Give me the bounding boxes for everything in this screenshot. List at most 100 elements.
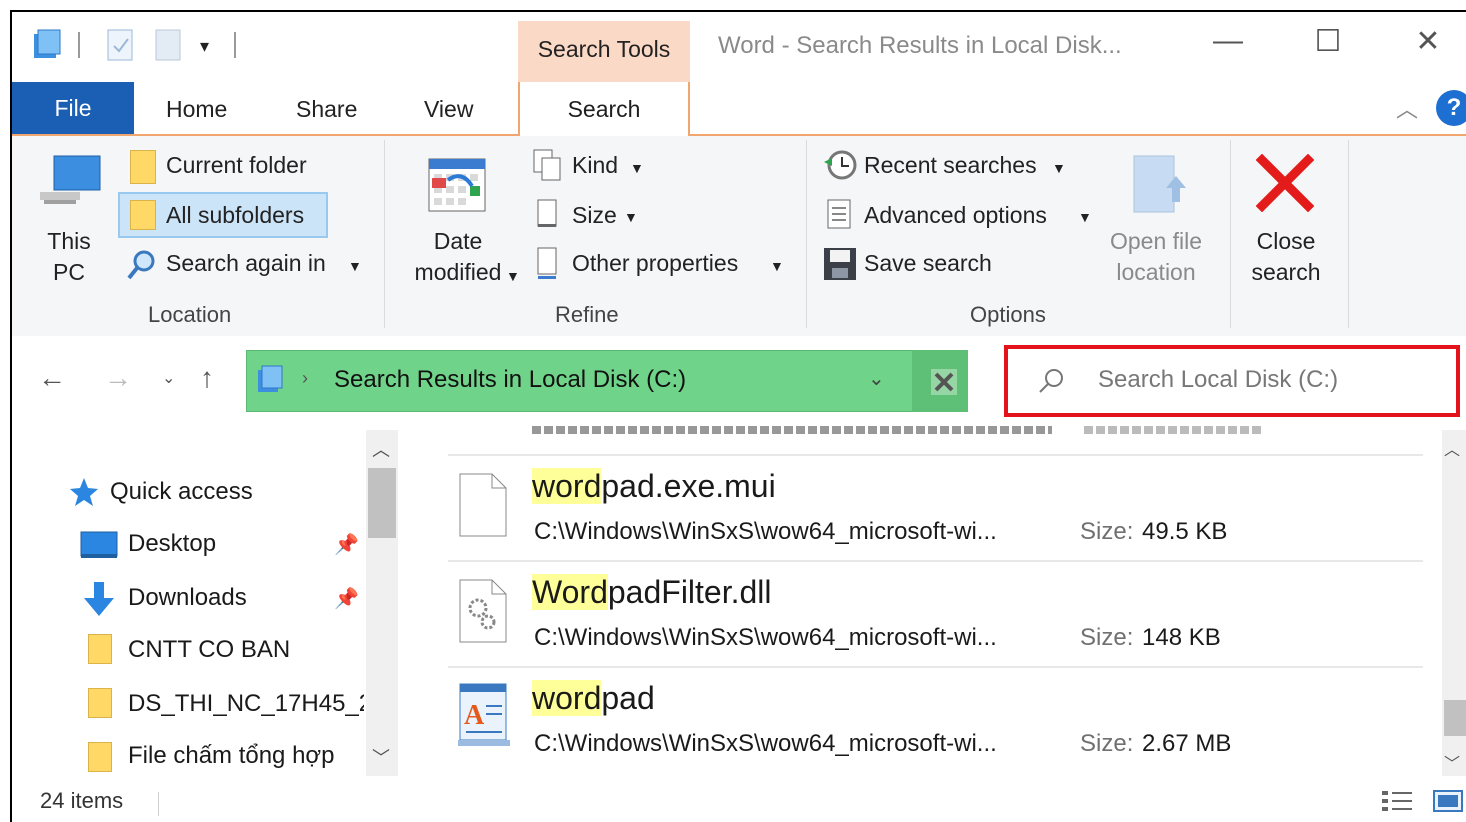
nav-item-quick-access[interactable]: Quick access	[110, 478, 253, 506]
forward-arrow-icon[interactable]: →	[104, 362, 132, 394]
scroll-down-icon[interactable]: ﹀	[1444, 750, 1460, 774]
nav-item-file-cham-tong-hop[interactable]: File chấm tổng hợp	[128, 742, 364, 770]
kind-dropdown-icon[interactable]: ▼	[630, 160, 644, 176]
breadcrumb-chevron-icon[interactable]: ›	[302, 368, 308, 389]
size-dropdown-icon[interactable]: ▼	[624, 209, 638, 225]
current-folder-icon	[130, 150, 156, 184]
search-icon	[1036, 366, 1066, 396]
explorer-window: ▾ Search Tools Word - Search Results in …	[10, 10, 1466, 822]
match-highlight: word	[532, 468, 602, 504]
calendar-icon	[428, 158, 486, 212]
save-search-icon	[822, 246, 858, 282]
search-again-in-button[interactable]: Search again in	[166, 250, 326, 277]
tab-view[interactable]: View	[424, 96, 473, 123]
location-group-label: Location	[148, 302, 232, 327]
tab-home[interactable]: Home	[166, 96, 227, 123]
advanced-options-button[interactable]: Advanced options	[864, 202, 1047, 229]
qat-properties-icon[interactable]	[32, 28, 62, 60]
save-search-button[interactable]: Save search	[864, 250, 992, 277]
scroll-down-icon[interactable]: ﹀	[372, 744, 390, 770]
this-pc-button[interactable]: This PC	[34, 228, 104, 286]
search-results-icon	[256, 364, 286, 394]
size-icon	[536, 198, 560, 230]
minimize-button[interactable]: —	[1198, 24, 1258, 58]
list-item-size: 148 KB	[1142, 624, 1221, 651]
pin-icon[interactable]: 📌	[334, 586, 359, 611]
nav-item-desktop[interactable]: Desktop	[128, 530, 216, 558]
scroll-up-icon[interactable]: ︿	[372, 436, 390, 462]
nav-pane-scroll-thumb[interactable]	[368, 468, 396, 538]
up-arrow-icon[interactable]: ↑	[200, 362, 214, 394]
list-item-size: 49.5 KB	[1142, 518, 1228, 545]
date-dropdown-icon[interactable]: ▼	[506, 268, 520, 284]
tab-search[interactable]: Search	[518, 82, 690, 136]
all-subfolders-icon	[130, 200, 156, 230]
date-modified-button[interactable]: Date modified	[396, 228, 520, 286]
kind-button[interactable]: Kind	[572, 152, 618, 179]
match-highlight: Word	[532, 574, 608, 610]
large-icons-view-icon[interactable]	[1432, 788, 1464, 814]
back-arrow-icon[interactable]: ←	[38, 362, 66, 394]
nav-item-ds-thi[interactable]: DS_THI_NC_17H45_2	[128, 690, 364, 718]
downloads-icon	[80, 580, 118, 618]
address-path[interactable]: Search Results in Local Disk (C:)	[334, 366, 686, 394]
close-search-button[interactable]: Close search	[1240, 228, 1332, 286]
list-item-name[interactable]: wordpad.exe.mui	[532, 468, 776, 505]
size-label: Size:	[1080, 624, 1134, 651]
quick-access-icon	[68, 476, 100, 508]
qat-newfolder-icon[interactable]	[154, 28, 184, 62]
qat-separator	[234, 32, 236, 58]
recent-locations-icon[interactable]: ⌄	[162, 368, 175, 388]
recent-searches-button[interactable]: Recent searches	[864, 152, 1037, 179]
other-properties-button[interactable]: Other properties	[572, 250, 738, 277]
current-folder-button[interactable]: Current folder	[166, 152, 307, 179]
ribbon-separator	[384, 140, 385, 328]
ribbon-separator	[806, 140, 807, 328]
recent-searches-icon	[822, 148, 858, 182]
address-dropdown-icon[interactable]: ⌄	[868, 366, 885, 391]
desktop-icon	[80, 530, 118, 560]
details-view-icon[interactable]	[1380, 788, 1414, 814]
generic-file-icon	[458, 472, 508, 538]
help-icon[interactable]: ?	[1436, 90, 1466, 126]
folder-icon	[88, 688, 112, 718]
recent-searches-dropdown-icon[interactable]: ▼	[1052, 160, 1066, 176]
wordpad-app-icon: A	[456, 682, 512, 748]
tab-file[interactable]: File	[12, 82, 134, 134]
tab-share[interactable]: Share	[296, 96, 357, 123]
ribbon-separator	[1348, 140, 1349, 328]
this-pc-icon	[36, 152, 104, 214]
size-label: Size:	[1080, 518, 1134, 545]
date-modified-label-2: modified	[414, 259, 502, 285]
close-window-button[interactable]: ✕	[1398, 24, 1458, 59]
list-item-size: 2.67 MB	[1142, 730, 1232, 757]
partial-row-cut	[532, 418, 1262, 434]
row-divider	[448, 666, 1423, 668]
content-scroll-thumb[interactable]	[1444, 700, 1466, 736]
scroll-up-icon[interactable]: ︿	[1444, 436, 1460, 460]
all-subfolders-button[interactable]: All subfolders	[166, 202, 304, 229]
search-again-icon	[126, 248, 158, 282]
nav-item-downloads[interactable]: Downloads	[128, 584, 247, 612]
this-pc-label-2: PC	[53, 259, 85, 285]
list-item-name[interactable]: wordpad	[532, 680, 655, 717]
this-pc-label-1: This	[47, 228, 91, 254]
maximize-button[interactable]: ☐	[1298, 24, 1358, 59]
collapse-ribbon-icon[interactable]: ︿	[1396, 92, 1418, 124]
dll-file-icon	[458, 578, 508, 644]
pin-icon[interactable]: 📌	[334, 532, 359, 557]
search-input[interactable]: Search Local Disk (C:)	[1098, 366, 1338, 394]
folder-icon	[88, 742, 112, 772]
list-item-name[interactable]: WordpadFilter.dll	[532, 574, 772, 611]
qat-check-icon[interactable]	[106, 28, 136, 62]
qat-customize-icon[interactable]: ▾	[200, 36, 209, 57]
nav-item-cntt-co-ban[interactable]: CNTT CO BAN	[128, 636, 290, 664]
name-rest: pad.exe.mui	[601, 468, 776, 504]
other-properties-dropdown-icon[interactable]: ▼	[770, 258, 784, 274]
size-button[interactable]: Size	[572, 202, 617, 229]
status-bar	[12, 788, 1466, 822]
advanced-options-dropdown-icon[interactable]: ▼	[1078, 209, 1092, 225]
ribbon-separator	[1230, 140, 1231, 328]
search-again-dropdown-icon[interactable]: ▼	[348, 258, 362, 274]
open-file-location-button[interactable]: Open file location	[1096, 228, 1216, 286]
